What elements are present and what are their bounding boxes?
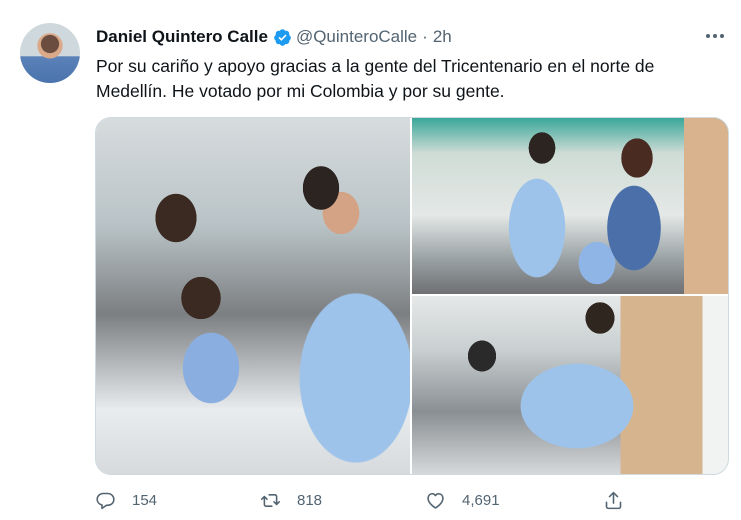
retweet-count: 818: [297, 491, 323, 509]
photo-voting-booth[interactable]: [412, 296, 728, 474]
retweet-button[interactable]: 818: [260, 488, 322, 512]
share-icon: [605, 491, 622, 509]
share-button[interactable]: [603, 488, 640, 512]
tweet-header: Daniel Quintero Calle @QuinteroCalle · 2…: [96, 26, 452, 48]
photo-raised-fist[interactable]: [412, 118, 728, 294]
action-bar: 154 818 4,691: [95, 488, 655, 512]
verified-badge-icon: [274, 28, 291, 46]
separator-dot: ·: [422, 27, 428, 46]
tweet-text: Por su cariño y apoyo gracias a la gente…: [96, 56, 655, 101]
reply-count: 154: [132, 491, 158, 509]
like-count: 4,691: [462, 491, 500, 509]
author-name[interactable]: Daniel Quintero Calle: [96, 27, 268, 47]
timestamp[interactable]: 2h: [433, 27, 452, 47]
author-handle[interactable]: @QuinteroCalle: [296, 27, 417, 47]
reply-button[interactable]: 154: [95, 488, 157, 512]
reply-icon: [96, 492, 115, 509]
photo-child-signing[interactable]: [96, 118, 410, 474]
like-button[interactable]: 4,691: [425, 488, 500, 512]
avatar[interactable]: [20, 23, 80, 83]
like-icon: [427, 492, 444, 509]
more-options-icon[interactable]: [702, 24, 728, 48]
retweet-icon: [260, 493, 281, 507]
media-grid: [95, 117, 729, 475]
tweet-card[interactable]: Daniel Quintero Calle @QuinteroCalle · 2…: [0, 0, 741, 520]
